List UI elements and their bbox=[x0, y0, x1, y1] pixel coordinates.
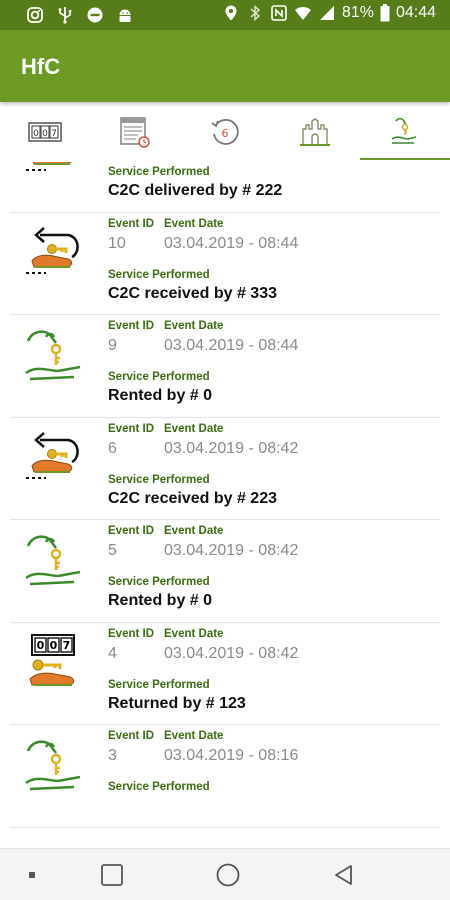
service-performed-value: Returned by # 123 bbox=[108, 694, 246, 712]
return-key-icon bbox=[22, 162, 86, 184]
calendar-list-icon bbox=[120, 117, 150, 148]
nfc-icon bbox=[271, 5, 287, 21]
tab-rentals[interactable] bbox=[360, 102, 450, 162]
counter-icon: 0 0 7 bbox=[28, 122, 62, 142]
event-list[interactable]: Event IDEvent Date1103.04.2019 - 08:48Se… bbox=[0, 162, 450, 848]
event-row[interactable]: Event ID Event Date 3 03.04.2019 - 08:16 Ser… bbox=[10, 725, 440, 828]
do-not-disturb-icon bbox=[87, 7, 103, 23]
event-date-label: Event Date bbox=[164, 627, 224, 640]
event-row[interactable]: Event ID Event Date 6 03.04.2019 - 08:42 Ser… bbox=[10, 418, 440, 520]
status-notifications bbox=[26, 6, 134, 24]
hand-key-icon bbox=[22, 325, 86, 389]
event-date-value: 03.04.2019 - 08:42 bbox=[164, 439, 299, 457]
svg-text:0: 0 bbox=[37, 639, 45, 652]
event-row[interactable]: 0 0 7 Event ID Event Date 4 03.04.2019 - 08:42… bbox=[10, 623, 440, 725]
tab-calendar[interactable] bbox=[90, 102, 180, 162]
event-date-value: 03.04.2019 - 08:44 bbox=[164, 337, 299, 354]
status-bar: 81% 04:44 bbox=[0, 0, 450, 30]
castle-icon bbox=[300, 118, 330, 146]
event-date-value: 03.04.2019 - 08:44 bbox=[164, 234, 299, 252]
hand-key-icon bbox=[22, 735, 86, 799]
service-performed-value: C2C received by # 333 bbox=[108, 284, 277, 302]
service-performed-label: Service Performed bbox=[108, 268, 210, 281]
event-date-label: Event Date bbox=[164, 525, 224, 537]
app-bar: HfC bbox=[0, 30, 450, 102]
event-date-value: 03.04.2019 - 08:42 bbox=[164, 644, 299, 662]
svg-text:0: 0 bbox=[33, 129, 39, 139]
service-performed-label: Service Performed bbox=[108, 473, 210, 486]
event-id-label: Event ID bbox=[108, 217, 155, 230]
event-id-value: 3 bbox=[108, 747, 117, 764]
svg-text:0: 0 bbox=[50, 639, 58, 652]
tab-history[interactable]: 6 bbox=[180, 102, 270, 162]
tab-castle[interactable] bbox=[270, 102, 360, 162]
nav-back-button[interactable] bbox=[330, 861, 358, 889]
bluetooth-icon bbox=[250, 4, 261, 22]
svg-text:0: 0 bbox=[42, 129, 48, 139]
clock: 04:44 bbox=[395, 4, 436, 21]
event-id-label: Event ID bbox=[108, 627, 155, 640]
usb-icon bbox=[58, 7, 72, 24]
service-performed-value: C2C delivered by # 222 bbox=[108, 182, 283, 199]
history-6-icon: 6 bbox=[211, 119, 239, 145]
event-date-value: 03.04.2019 - 08:16 bbox=[164, 747, 299, 764]
nav-home-button[interactable] bbox=[214, 861, 242, 889]
nav-menu-button[interactable] bbox=[18, 861, 46, 889]
instagram-icon bbox=[27, 7, 43, 23]
service-performed-value: Rented by # 0 bbox=[108, 592, 213, 609]
hand-key-icon bbox=[22, 530, 86, 594]
event-id-value: 10 bbox=[108, 234, 126, 252]
return-key-icon bbox=[22, 223, 86, 287]
android-icon bbox=[119, 9, 131, 22]
svg-text:6: 6 bbox=[222, 127, 229, 140]
back-triangle-icon bbox=[335, 865, 352, 885]
dot-icon bbox=[29, 872, 35, 878]
event-date-label: Event Date bbox=[164, 217, 224, 230]
nav-recents-button[interactable] bbox=[98, 861, 126, 889]
event-id-label: Event ID bbox=[108, 320, 155, 332]
location-icon bbox=[225, 5, 237, 21]
service-performed-label: Service Performed bbox=[108, 371, 210, 383]
event-row[interactable]: Event ID Event Date 10 03.04.2019 - 08:44 Se… bbox=[10, 213, 440, 315]
square-icon bbox=[101, 864, 123, 886]
event-row[interactable]: Event ID Event Date 9 03.04.2019 - 08:44 Ser… bbox=[10, 315, 440, 418]
tab-counter[interactable]: 0 0 7 bbox=[0, 102, 90, 162]
system-nav-bar bbox=[0, 848, 450, 900]
signal-icon bbox=[319, 6, 334, 20]
app-title: HfC bbox=[21, 54, 61, 79]
event-date-value: 03.04.2019 - 08:42 bbox=[164, 542, 299, 559]
service-performed-label: Service Performed bbox=[108, 678, 210, 691]
event-id-label: Event ID bbox=[108, 525, 155, 537]
counter-key-icon: 007 bbox=[22, 633, 86, 697]
wifi-icon bbox=[294, 6, 311, 20]
event-date-label: Event Date bbox=[164, 422, 224, 435]
hand-key-icon bbox=[391, 117, 417, 144]
status-system: 81% 04:44 bbox=[222, 4, 436, 22]
event-id-value: 4 bbox=[108, 644, 117, 662]
event-id-value: 5 bbox=[108, 542, 117, 559]
tab-bar: 0 0 7 6 bbox=[0, 102, 450, 162]
event-id-label: Event ID bbox=[108, 422, 155, 435]
service-performed-label: Service Performed bbox=[108, 576, 210, 588]
event-date-label: Event Date bbox=[164, 730, 224, 742]
service-performed-value: C2C received by # 223 bbox=[108, 489, 277, 507]
event-id-value: 9 bbox=[108, 337, 117, 354]
circle-icon bbox=[216, 863, 240, 887]
battery-percent: 81% bbox=[341, 4, 374, 21]
service-performed-value: Rented by # 0 bbox=[108, 387, 213, 404]
event-date-label: Event Date bbox=[164, 320, 224, 332]
event-row[interactable]: Event IDEvent Date1103.04.2019 - 08:48Se… bbox=[10, 162, 440, 213]
service-performed-label: Service Performed bbox=[108, 781, 210, 793]
event-id-value: 6 bbox=[108, 439, 117, 457]
battery-icon bbox=[380, 4, 390, 22]
event-id-label: Event ID bbox=[108, 730, 155, 742]
service-performed-label: Service Performed bbox=[108, 166, 210, 178]
event-row[interactable]: Event ID Event Date 5 03.04.2019 - 08:42 Ser… bbox=[10, 520, 440, 623]
svg-text:7: 7 bbox=[63, 639, 71, 652]
return-key-icon bbox=[22, 428, 86, 492]
svg-text:7: 7 bbox=[51, 129, 57, 139]
event-list-content: Event IDEvent Date1103.04.2019 - 08:48Se… bbox=[0, 162, 450, 828]
